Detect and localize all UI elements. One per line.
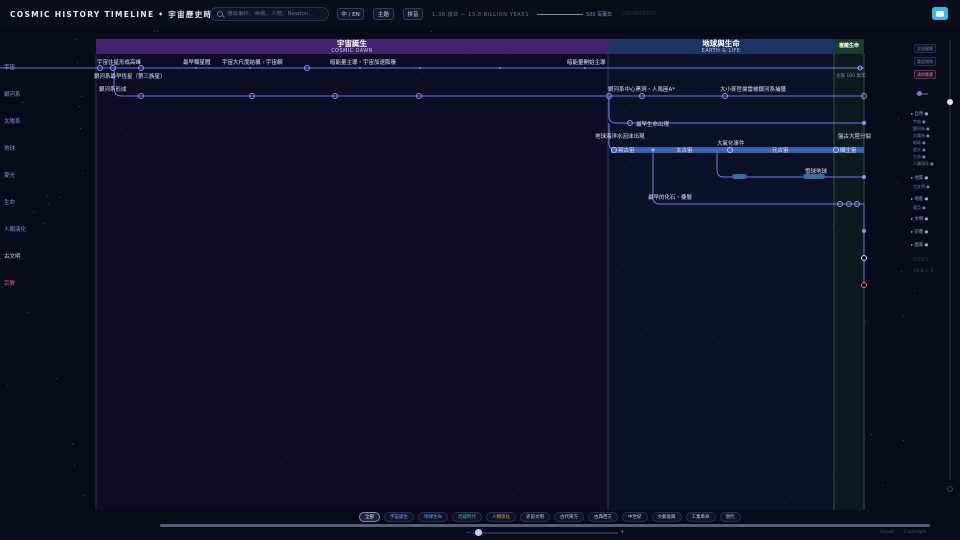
- event-dot: [584, 67, 586, 69]
- panel-slider-thumb[interactable]: [917, 91, 922, 96]
- event-label[interactable]: 雪球地球: [805, 167, 827, 175]
- theme-button[interactable]: 主題: [373, 8, 394, 20]
- language-toggle-button[interactable]: 中 / EN: [337, 8, 364, 20]
- avatar-icon: [936, 10, 944, 17]
- uncertainty-label: UNCERTAINTY: [622, 11, 657, 17]
- panel-footer: VISIBLE: 9: [913, 268, 934, 273]
- filter-group-region[interactable]: ▸ 地區 ●: [911, 196, 928, 202]
- event-dot: [359, 67, 361, 69]
- filter-group-geology[interactable]: ▸ 地質 ●: [911, 175, 928, 181]
- era-chip[interactable]: 史前文明: [520, 512, 550, 522]
- filter-group-civilization[interactable]: ▸ 文明 ●: [911, 216, 928, 222]
- event-label[interactable]: 最早類星體: [183, 58, 211, 66]
- event-label[interactable]: 太陽 100 萬年: [836, 73, 865, 79]
- filter-item[interactable]: 夏光 ●: [913, 147, 926, 153]
- filter-group-nature[interactable]: ▸ 自然 ●: [911, 111, 928, 117]
- search-icon: [217, 11, 223, 17]
- event-label[interactable]: 地球海洋水泡沫出現: [595, 132, 645, 140]
- eon-label[interactable]: 太古宙: [676, 146, 693, 154]
- clear-filter-button[interactable]: 清除篩選: [914, 70, 936, 79]
- avatar-button[interactable]: [932, 7, 948, 20]
- event-label[interactable]: 宇宙大尺度結構・宇宙網: [222, 58, 283, 66]
- era-chip[interactable]: 古代東方: [554, 512, 584, 522]
- event-label[interactable]: 銀河系最早恆星（第三族星）: [94, 72, 166, 80]
- event-label[interactable]: 暗能量開始主導: [567, 58, 606, 66]
- era-chip-bar: 全部 宇宙誕生 地球生命 恐龍時代 人類演化 史前文明 古代東方 古典西方 中世紀 文藝復興 工業革…: [359, 512, 741, 522]
- event-label[interactable]: 宇宙往星形成高峰: [97, 58, 141, 66]
- era-chip[interactable]: 人類演化: [486, 512, 516, 522]
- search-input[interactable]: [227, 11, 327, 17]
- event-span: [732, 174, 747, 179]
- era-chip[interactable]: 古典西方: [588, 512, 618, 522]
- filter-item[interactable]: 太陽系 ●: [913, 133, 930, 139]
- event-node: [862, 121, 866, 125]
- copyright-link[interactable]: Copyright: [904, 530, 926, 535]
- filter-group-religion[interactable]: ▸ 宗教 ●: [911, 229, 928, 235]
- event-dot: [419, 67, 421, 69]
- event-label[interactable]: 暗能量主導・宇宙加速膨脹: [330, 58, 396, 66]
- era-chip[interactable]: 地球生命: [418, 512, 448, 522]
- event-label[interactable]: 最早生命出現: [636, 120, 669, 128]
- event-node: [862, 175, 866, 179]
- scale-bar: [537, 14, 583, 15]
- era-chip[interactable]: 現代: [719, 512, 741, 522]
- filter-item[interactable]: 銀河系 ●: [913, 126, 930, 132]
- event-node: [862, 229, 866, 233]
- era-chip[interactable]: 工業革命: [685, 512, 716, 522]
- era-chip[interactable]: 恐龍時代: [452, 512, 482, 522]
- event-label[interactable]: 盤古大陸分裂: [838, 132, 871, 140]
- horizontal-scrollbar[interactable]: [160, 524, 930, 527]
- filter-item[interactable]: 生命 ●: [913, 154, 926, 160]
- search-box[interactable]: [210, 7, 329, 21]
- eon-label[interactable]: 顯生宙: [840, 146, 857, 154]
- app-title: COSMIC HISTORY TIMELINE • 宇宙歷史時間軸: [10, 9, 230, 19]
- zoom-out-button[interactable]: −: [466, 529, 471, 536]
- event-dot: [195, 67, 197, 69]
- era-chip[interactable]: 文藝復興: [651, 512, 682, 522]
- event-dot: [499, 67, 501, 69]
- event-node: [861, 255, 867, 261]
- event-label[interactable]: 銀河系形成: [99, 85, 127, 93]
- era-region-cosmic: [96, 54, 608, 510]
- pinyin-button[interactable]: 拼音: [403, 8, 423, 20]
- eon-label[interactable]: 元古宙: [772, 146, 789, 154]
- vertical-scrollbar[interactable]: [949, 40, 951, 480]
- era-chip[interactable]: 宇宙誕生: [384, 512, 414, 522]
- era-chip[interactable]: 中世紀: [622, 512, 648, 522]
- filter-item[interactable]: 東亞 ●: [913, 205, 926, 211]
- panel-footer: FILTERS ·: [913, 257, 931, 262]
- event-dot: [249, 67, 251, 69]
- filter-item[interactable]: 人類演化 ●: [913, 161, 934, 167]
- event-node: [861, 282, 867, 288]
- zoom-slider-thumb[interactable]: [475, 529, 482, 536]
- timeline-canvas[interactable]: [0, 30, 960, 510]
- about-link[interactable]: About: [880, 530, 893, 535]
- scale-text: 1.38 億年 ← 13.8 BILLION YEARS: [432, 12, 530, 18]
- scale-bar-label: 500 百萬年: [586, 12, 613, 18]
- event-label[interactable]: 銀河系中心黑洞・人馬座A*: [608, 85, 675, 93]
- filter-item[interactable]: 古文明 ●: [913, 184, 930, 190]
- scroll-end-icon[interactable]: [947, 486, 953, 492]
- eon-bar: [611, 147, 864, 153]
- zoom-slider[interactable]: [473, 532, 618, 534]
- era-region-complex: [834, 54, 864, 510]
- eon-label[interactable]: 冥古宙: [618, 146, 635, 154]
- filter-item[interactable]: 宇宙 ●: [913, 119, 926, 125]
- event-label[interactable]: 最早的化石・疊層: [648, 193, 692, 201]
- zoom-in-button[interactable]: +: [620, 529, 625, 536]
- filter-group-nation[interactable]: ▸ 國家 ●: [911, 242, 928, 248]
- event-label[interactable]: 大氧化事件: [717, 139, 745, 147]
- vertical-scrollbar-thumb[interactable]: [947, 99, 953, 105]
- expand-all-button[interactable]: 全部展開: [914, 44, 936, 53]
- filter-item[interactable]: 地球 ●: [913, 140, 926, 146]
- reset-view-button[interactable]: 重設視角: [914, 57, 936, 66]
- era-chip[interactable]: 全部: [359, 512, 380, 522]
- event-label[interactable]: 大小麥哲倫雲被銀河系捕獲: [720, 85, 786, 93]
